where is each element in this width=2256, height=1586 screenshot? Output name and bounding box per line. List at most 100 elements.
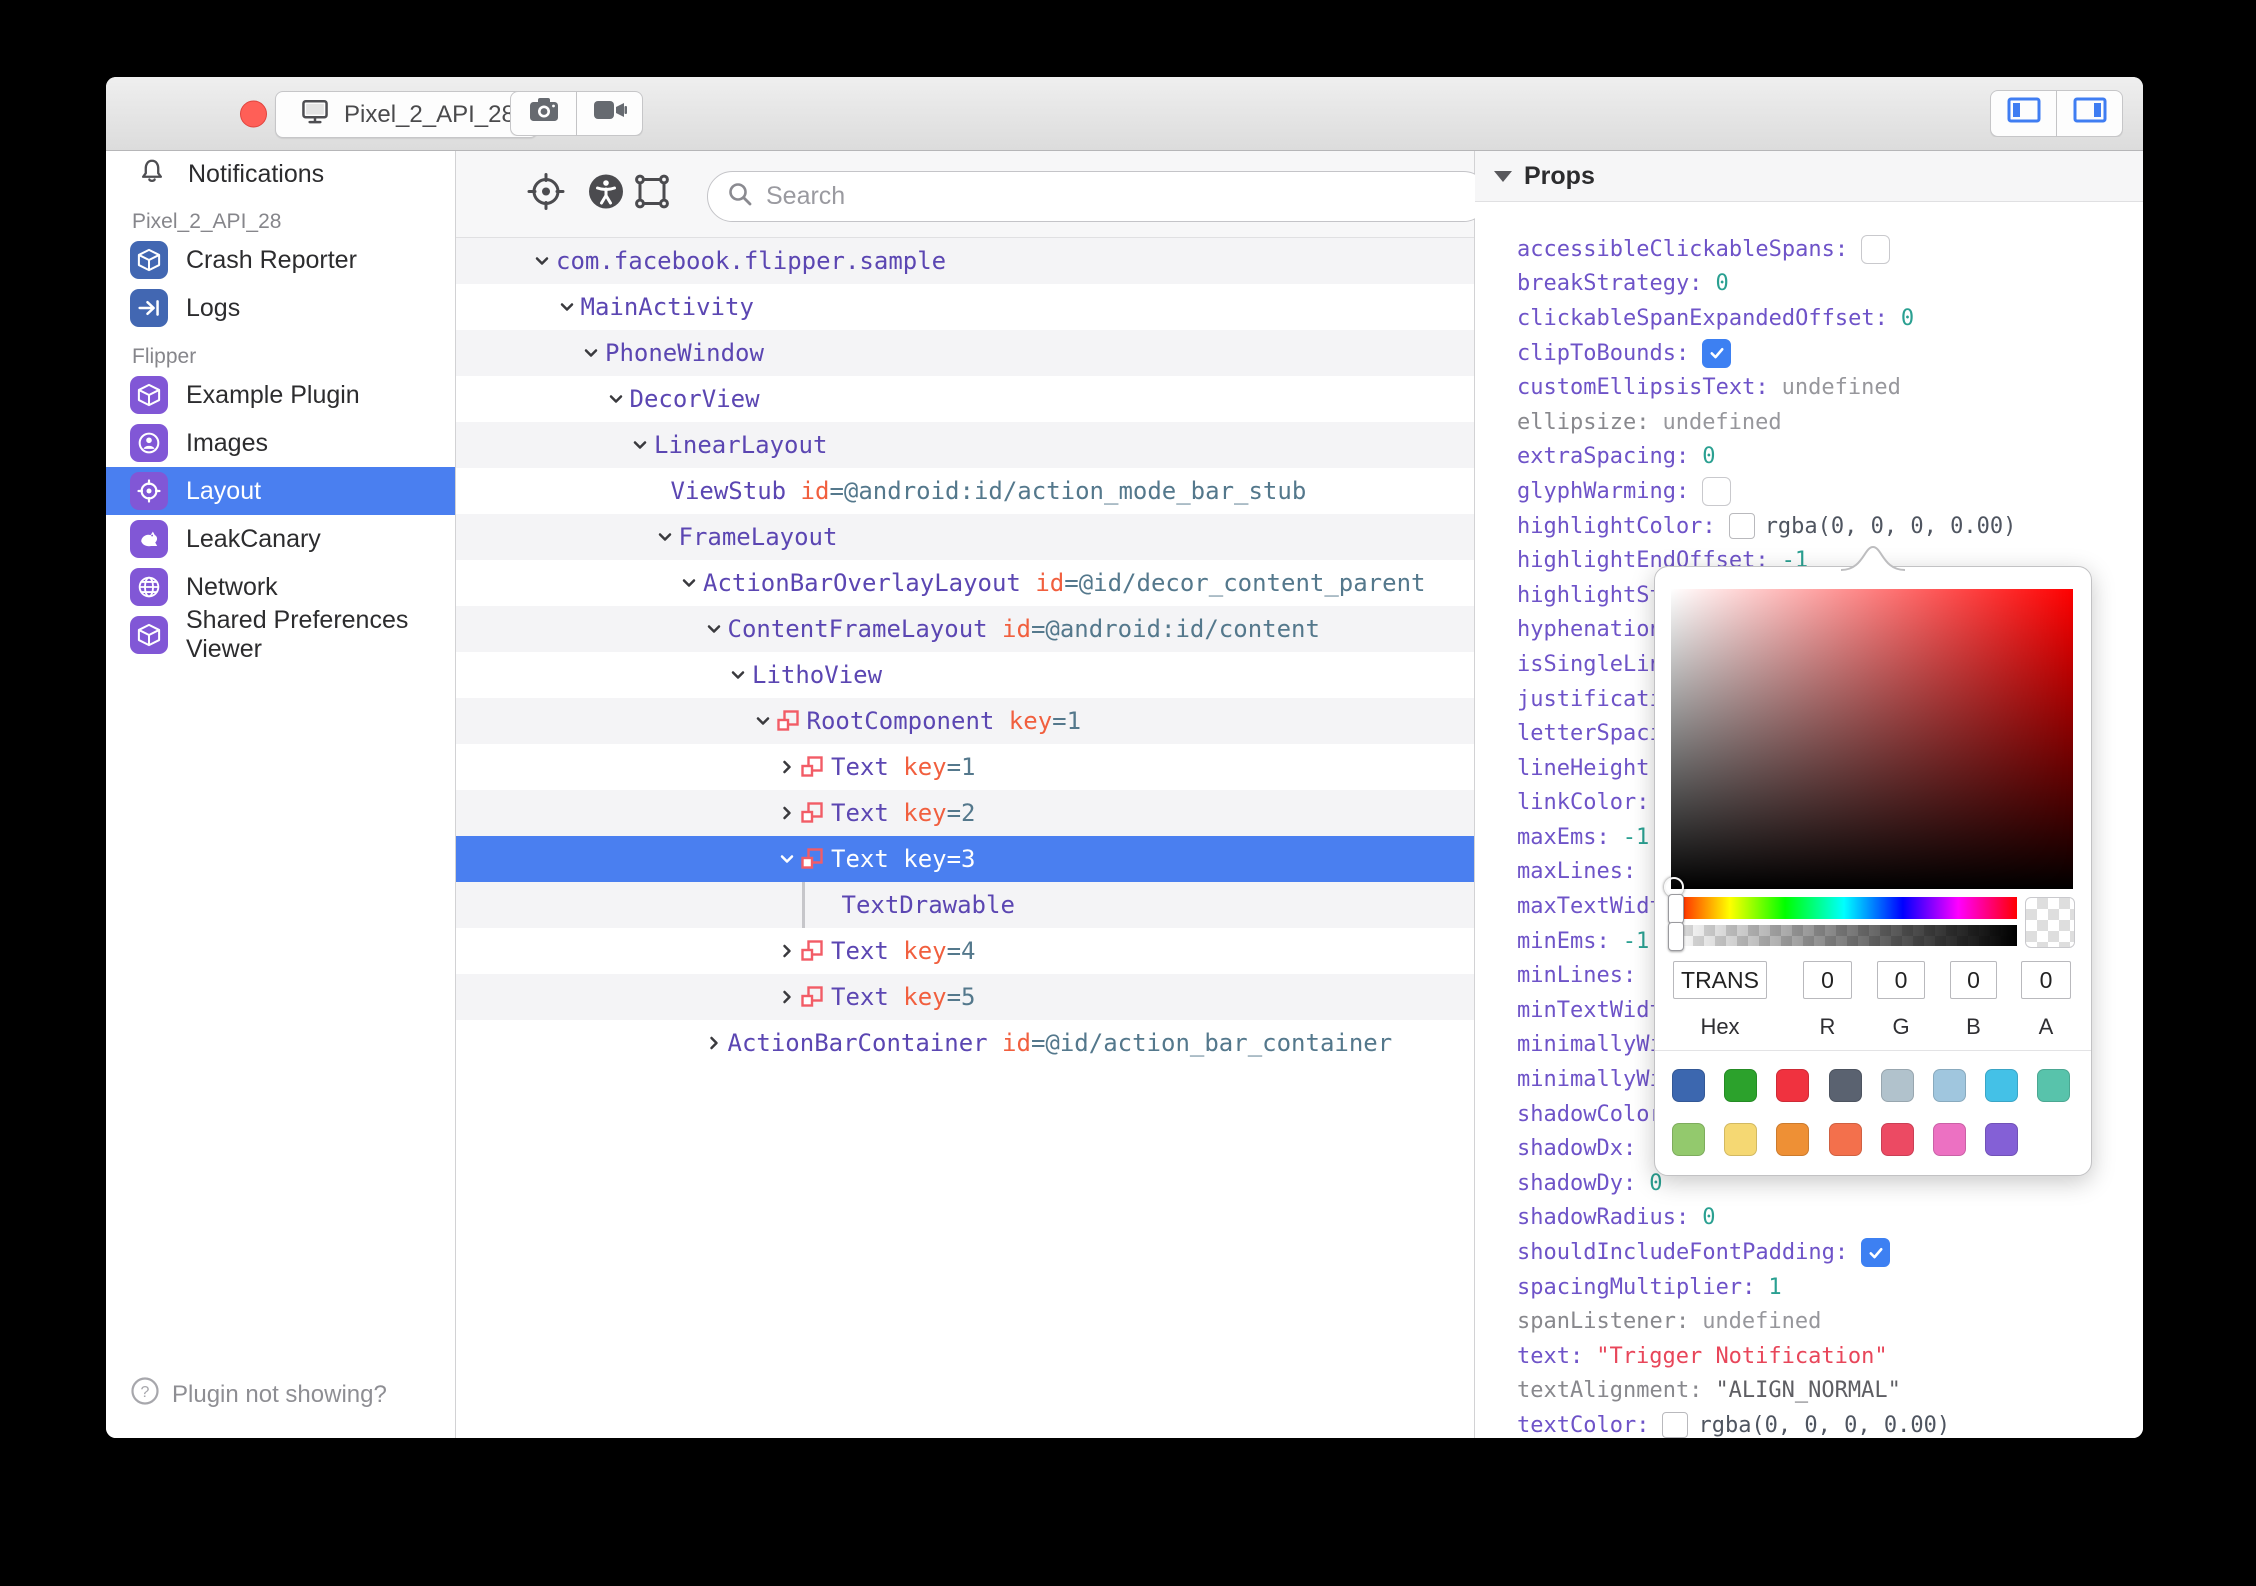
hue-slider-handle[interactable] <box>1668 894 1684 924</box>
palette-swatch[interactable] <box>1932 1069 1966 1102</box>
chevron-down-icon <box>753 711 777 731</box>
prop-row-spacingMultiplier: spacingMultiplier: 1 <box>1517 1270 2143 1305</box>
tree-node-textdrawable[interactable]: TextDrawable <box>456 882 1474 928</box>
tree-node-text[interactable]: Text key =5 <box>456 974 1474 1020</box>
tree-node-text[interactable]: Text key =2 <box>456 790 1474 836</box>
tree-node-lithoview[interactable]: LithoView <box>456 652 1474 698</box>
tree-node-text[interactable]: Text key =4 <box>456 928 1474 974</box>
plugin-not-showing-link[interactable]: ? Plugin not showing? <box>130 1376 387 1413</box>
node-name: ActionBarOverlayLayout <box>703 569 1021 597</box>
saturation-value-picker[interactable] <box>1664 589 2073 897</box>
palette-swatch[interactable] <box>1985 1123 2019 1156</box>
prop-color-swatch[interactable] <box>1728 513 1755 540</box>
tree-node-com-facebook-flipper-sample[interactable]: com.facebook.flipper.sample <box>456 238 1474 284</box>
chevron-down-icon <box>581 343 605 363</box>
tree-node-rootcomponent[interactable]: RootComponent key =1 <box>456 698 1474 744</box>
tree-node-linearlayout[interactable]: LinearLayout <box>456 422 1474 468</box>
toggle-left-sidebar-button[interactable] <box>1990 90 2058 137</box>
prop-checkbox[interactable] <box>1861 234 1891 264</box>
palette-swatch[interactable] <box>1776 1123 1810 1156</box>
prop-value: "Trigger Notification" <box>1596 1343 1888 1369</box>
sidebar-item-logs[interactable]: Logs <box>106 284 455 332</box>
hue-slider[interactable] <box>1668 894 2017 924</box>
litho-component-icon <box>801 940 823 962</box>
palette-swatch[interactable] <box>1672 1069 1705 1102</box>
node-attr-value: =5 <box>946 983 976 1011</box>
red-input[interactable] <box>1803 961 1852 999</box>
search-input[interactable] <box>764 181 1470 212</box>
palette-swatch[interactable] <box>1724 1069 1758 1102</box>
sidebar-item-images[interactable]: Images <box>106 419 455 467</box>
tree-node-text[interactable]: Text key =3 <box>456 836 1474 882</box>
palette-swatch[interactable] <box>1932 1123 1966 1156</box>
toggle-right-sidebar-button[interactable] <box>2057 90 2123 137</box>
tree-node-framelayout[interactable]: FrameLayout <box>456 514 1474 560</box>
palette-swatch[interactable] <box>2037 1069 2071 1102</box>
prop-row-clickableSpanExpandedOffset: clickableSpanExpandedOffset: 0 <box>1517 301 2143 336</box>
prop-checkbox[interactable] <box>1702 476 1732 506</box>
palette-swatch[interactable] <box>1724 1123 1758 1156</box>
tree-node-mainactivity[interactable]: MainActivity <box>456 284 1474 330</box>
alpha-input[interactable] <box>2021 961 2071 999</box>
sidebar-item-label: Logs <box>186 293 241 322</box>
sidebar-item-example-plugin[interactable]: Example Plugin <box>106 371 455 419</box>
palette-swatch[interactable] <box>1672 1123 1705 1156</box>
sidebar-item-shared-preferences-viewer[interactable]: Shared Preferences Viewer <box>106 606 455 663</box>
color-preview-swatch <box>2025 897 2075 948</box>
palette-swatch[interactable] <box>1828 1123 1862 1156</box>
alpha-slider-handle[interactable] <box>1668 922 1684 951</box>
prop-checkbox[interactable] <box>1861 1238 1891 1268</box>
device-name: Pixel_2_API_28 <box>344 100 515 128</box>
tree-node-text[interactable]: Text key =1 <box>456 744 1474 790</box>
target-mode-button[interactable] <box>524 170 568 219</box>
tree-node-actionbarcontainer[interactable]: ActionBarContainer id =@id/action_bar_con… <box>456 1020 1474 1066</box>
alpha-slider[interactable] <box>1668 922 2017 951</box>
screenshot-button[interactable] <box>510 91 578 136</box>
node-attr-key: key <box>903 845 947 873</box>
blue-input[interactable] <box>1950 961 1997 999</box>
sidebar-item-layout[interactable]: Layout <box>106 467 455 515</box>
prop-name: shadowDy: <box>1517 1170 1637 1196</box>
palette-swatch[interactable] <box>1880 1123 1914 1156</box>
props-section-header[interactable]: Props <box>1475 151 2143 202</box>
tree-node-decorview[interactable]: DecorView <box>456 376 1474 422</box>
chevron-right-icon <box>777 803 801 823</box>
prop-checkbox[interactable] <box>1702 338 1732 368</box>
screen-record-button[interactable] <box>577 91 643 136</box>
tree-node-contentframelayout[interactable]: ContentFrameLayout id =@android:id/conten… <box>456 606 1474 652</box>
green-input[interactable] <box>1877 961 1925 999</box>
view-hierarchy-tree: com.facebook.flipper.sample MainActivity P… <box>456 238 1474 1438</box>
close-button[interactable] <box>240 100 267 127</box>
sidebar-section-label: Pixel_2_API_28 <box>132 210 282 233</box>
r-label: R <box>1819 1014 1836 1039</box>
sidebar-item-label: Example Plugin <box>186 380 360 409</box>
palette-swatch[interactable] <box>1985 1069 2019 1102</box>
prop-value: 0 <box>1702 444 1716 470</box>
tree-node-viewstub[interactable]: ViewStub id =@android:id/action_mode_bar_… <box>456 468 1474 514</box>
hex-input[interactable] <box>1673 961 1767 999</box>
litho-component-icon <box>776 710 799 732</box>
node-name: com.facebook.flipper.sample <box>556 247 947 275</box>
palette-swatch[interactable] <box>1880 1069 1914 1102</box>
sidebar-item-leakcanary[interactable]: LeakCanary <box>106 515 455 563</box>
sidebar-item-network[interactable]: Network <box>106 563 455 611</box>
flipper-window: Pixel_2_API_28 Notifications Pixel_2_API… <box>106 77 2143 1438</box>
sidebar-item-notifications[interactable]: Notifications <box>106 151 455 197</box>
popover-arrow <box>1841 545 1905 571</box>
tree-node-actionbaroverlaylayout[interactable]: ActionBarOverlayLayout id =@id/decor_cont… <box>456 560 1474 606</box>
device-selector-button[interactable]: Pixel_2_API_28 <box>275 91 538 138</box>
prop-value: "ALIGN_NORMAL" <box>1715 1378 1901 1404</box>
sidebar-item-crash-reporter[interactable]: Crash Reporter <box>106 236 455 284</box>
palette-swatch[interactable] <box>1776 1069 1810 1102</box>
chevron-right-icon <box>704 1033 728 1053</box>
palette-swatch[interactable] <box>1828 1069 1862 1102</box>
chevron-down-icon <box>777 849 801 869</box>
prop-name: highlightColor: <box>1517 513 1716 539</box>
notifications-label: Notifications <box>188 159 325 188</box>
bell-icon <box>136 155 168 194</box>
prop-color-swatch[interactable] <box>1662 1412 1689 1438</box>
chevron-down-icon <box>679 573 703 593</box>
accessibility-mode-button[interactable] <box>586 172 626 217</box>
select-frame-button[interactable] <box>631 171 673 218</box>
tree-node-phonewindow[interactable]: PhoneWindow <box>456 330 1474 376</box>
